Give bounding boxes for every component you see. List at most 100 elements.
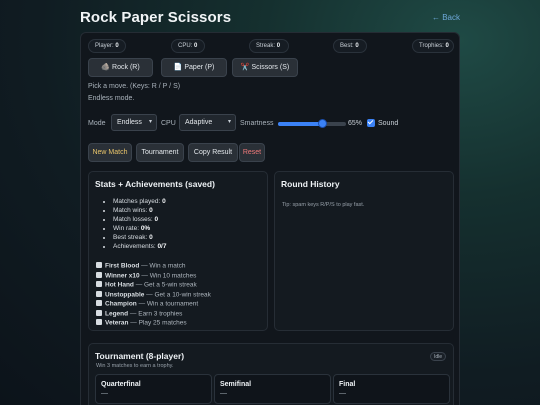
best-value: 0 xyxy=(355,43,359,49)
round-history-title: Round History xyxy=(281,179,340,189)
achievement-desc: — Win a tournament xyxy=(136,300,199,308)
stat-label: Win rate: xyxy=(113,225,141,233)
stat-value: 0% xyxy=(140,225,151,233)
round-name: Final xyxy=(339,381,356,388)
locked-box-icon xyxy=(96,281,102,287)
stat-label: Achievements: xyxy=(113,243,158,251)
mode-select-value: Endless xyxy=(117,119,142,126)
locked-box-icon xyxy=(96,309,102,316)
tournament-card: Tournament (8-player) Idle Win 3 matches… xyxy=(88,343,454,405)
stats-list: Matches played: 0 Match wins: 0 Match lo… xyxy=(113,197,166,252)
round-value: — xyxy=(339,390,346,397)
achievement-desc: — Win a match xyxy=(139,262,186,270)
stat-value: 0 xyxy=(149,207,153,215)
scissors-button[interactable]: ✂️ Scissors (S) xyxy=(232,58,298,77)
achievement-name: Hot Hand xyxy=(105,281,134,289)
rock-button[interactable]: 🪨 Rock (R) xyxy=(88,58,153,77)
locked-box-icon xyxy=(96,271,102,278)
round-value: — xyxy=(220,390,227,397)
achievement-desc: — Earn 3 trophies xyxy=(128,310,183,317)
copy-result-button[interactable]: Copy Result xyxy=(188,143,238,162)
achievement-item: Veteran — Play 25 matches xyxy=(96,319,187,327)
trophies-label: Trophies: xyxy=(419,43,444,49)
list-item: Best streak: 0 xyxy=(113,233,166,242)
semifinal-box: Semifinal — xyxy=(214,374,331,404)
scoreboard: Player: 0 CPU: 0 Streak: 0 Best: 0 Troph… xyxy=(88,39,454,53)
tournament-status-badge: Idle xyxy=(429,352,446,361)
stats-card: Stats + Achievements (saved) Matches pla… xyxy=(88,171,268,331)
page-header: Rock Paper Scissors ← Back xyxy=(80,9,460,29)
achievement-name: Veteran xyxy=(105,319,129,327)
achievement-name: Legend xyxy=(105,310,129,317)
cpu-score-label: CPU: xyxy=(178,43,193,49)
status-prompt: Pick a move. (Keys: R / P / S) xyxy=(88,83,181,90)
mode-label: Mode xyxy=(88,120,106,127)
scissors-icon: ✂️ xyxy=(240,64,250,71)
tournament-subtitle: Win 3 matches to earn a trophy. xyxy=(96,363,174,369)
achievement-item: Unstoppable — Get a 10-win streak xyxy=(96,290,211,298)
round-name: Quarterfinal xyxy=(101,381,141,388)
chevron-down-icon: ▾ xyxy=(227,119,231,125)
smartness-slider-fill xyxy=(278,122,323,126)
player-score-pill: Player: 0 xyxy=(88,39,126,53)
achievement-item: First Blood — Win a match xyxy=(96,262,186,270)
locked-box-icon xyxy=(96,319,102,325)
achievement-name: Champion xyxy=(105,300,137,308)
paper-icon: 📄 xyxy=(173,64,183,71)
round-history-card: Round History Tip: spam keys R/P/S to pl… xyxy=(274,171,454,331)
sound-checkbox[interactable] xyxy=(367,119,375,127)
achievement-desc: — Play 25 matches xyxy=(128,319,187,327)
cpu-score-value: 0 xyxy=(194,43,198,49)
smartness-label: Smartness xyxy=(240,120,274,127)
achievement-desc: — Get a 10-win streak xyxy=(144,291,211,298)
tournament-title: Tournament (8-player) xyxy=(95,351,185,361)
smartness-slider[interactable] xyxy=(278,119,346,128)
scissors-button-label: Scissors (S) xyxy=(251,64,290,71)
rock-button-label: Rock (R) xyxy=(112,64,140,71)
chevron-down-icon: ▾ xyxy=(148,119,152,125)
rock-icon: 🪨 xyxy=(101,64,111,71)
best-pill: Best: 0 xyxy=(333,39,367,53)
achievement-name: First Blood xyxy=(105,262,140,270)
new-match-button[interactable]: New Match xyxy=(88,143,132,162)
mode-select[interactable]: Endless ▾ xyxy=(111,114,157,131)
round-name: Semifinal xyxy=(220,381,252,388)
player-score-value: 0 xyxy=(115,43,119,49)
list-item: Match losses: 0 xyxy=(113,215,166,224)
round-value: — xyxy=(101,390,108,397)
paper-button[interactable]: 📄 Paper (P) xyxy=(161,58,227,77)
streak-value: 0 xyxy=(276,43,281,49)
list-item: Matches played: 0 xyxy=(113,197,166,206)
cpu-score-pill: CPU: 0 xyxy=(171,39,205,53)
achievement-name: Winner x10 xyxy=(105,272,140,279)
stat-value: 0 xyxy=(162,198,166,205)
stat-value: 0 xyxy=(149,234,153,242)
reset-button[interactable]: Reset xyxy=(239,143,265,162)
quarterfinal-box: Quarterfinal — xyxy=(95,374,212,404)
tournament-button[interactable]: Tournament xyxy=(136,143,184,162)
locked-box-icon xyxy=(96,262,102,268)
list-item: Achievements: 0/7 xyxy=(113,242,166,251)
trophies-value: 0 xyxy=(445,43,449,49)
locked-box-icon xyxy=(96,290,102,297)
stat-value: 0 xyxy=(154,216,159,224)
back-link[interactable]: ← Back xyxy=(432,13,460,22)
stats-card-title: Stats + Achievements (saved) xyxy=(95,179,215,189)
best-label: Best: xyxy=(340,43,354,49)
locked-box-icon xyxy=(96,300,102,306)
stat-label: Matches played: xyxy=(113,198,163,205)
stat-value: 0/7 xyxy=(157,243,167,251)
achievement-item: Champion — Win a tournament xyxy=(96,300,198,308)
stat-label: Best streak: xyxy=(113,234,150,242)
smartness-slider-handle[interactable] xyxy=(317,119,327,128)
paper-button-label: Paper (P) xyxy=(184,64,215,71)
trophies-pill: Trophies: 0 xyxy=(412,39,454,53)
player-score-label: Player: xyxy=(95,43,114,49)
smartness-value: 65% xyxy=(348,120,363,127)
cpu-select-value: Adaptive xyxy=(185,119,213,126)
stat-label: Match wins: xyxy=(113,207,150,215)
achievement-item: Hot Hand — Get a 5-win streak xyxy=(96,281,197,289)
cpu-select[interactable]: Adaptive ▾ xyxy=(179,114,236,131)
streak-pill: Streak: 0 xyxy=(249,39,289,53)
stat-label: Match losses: xyxy=(113,216,155,224)
